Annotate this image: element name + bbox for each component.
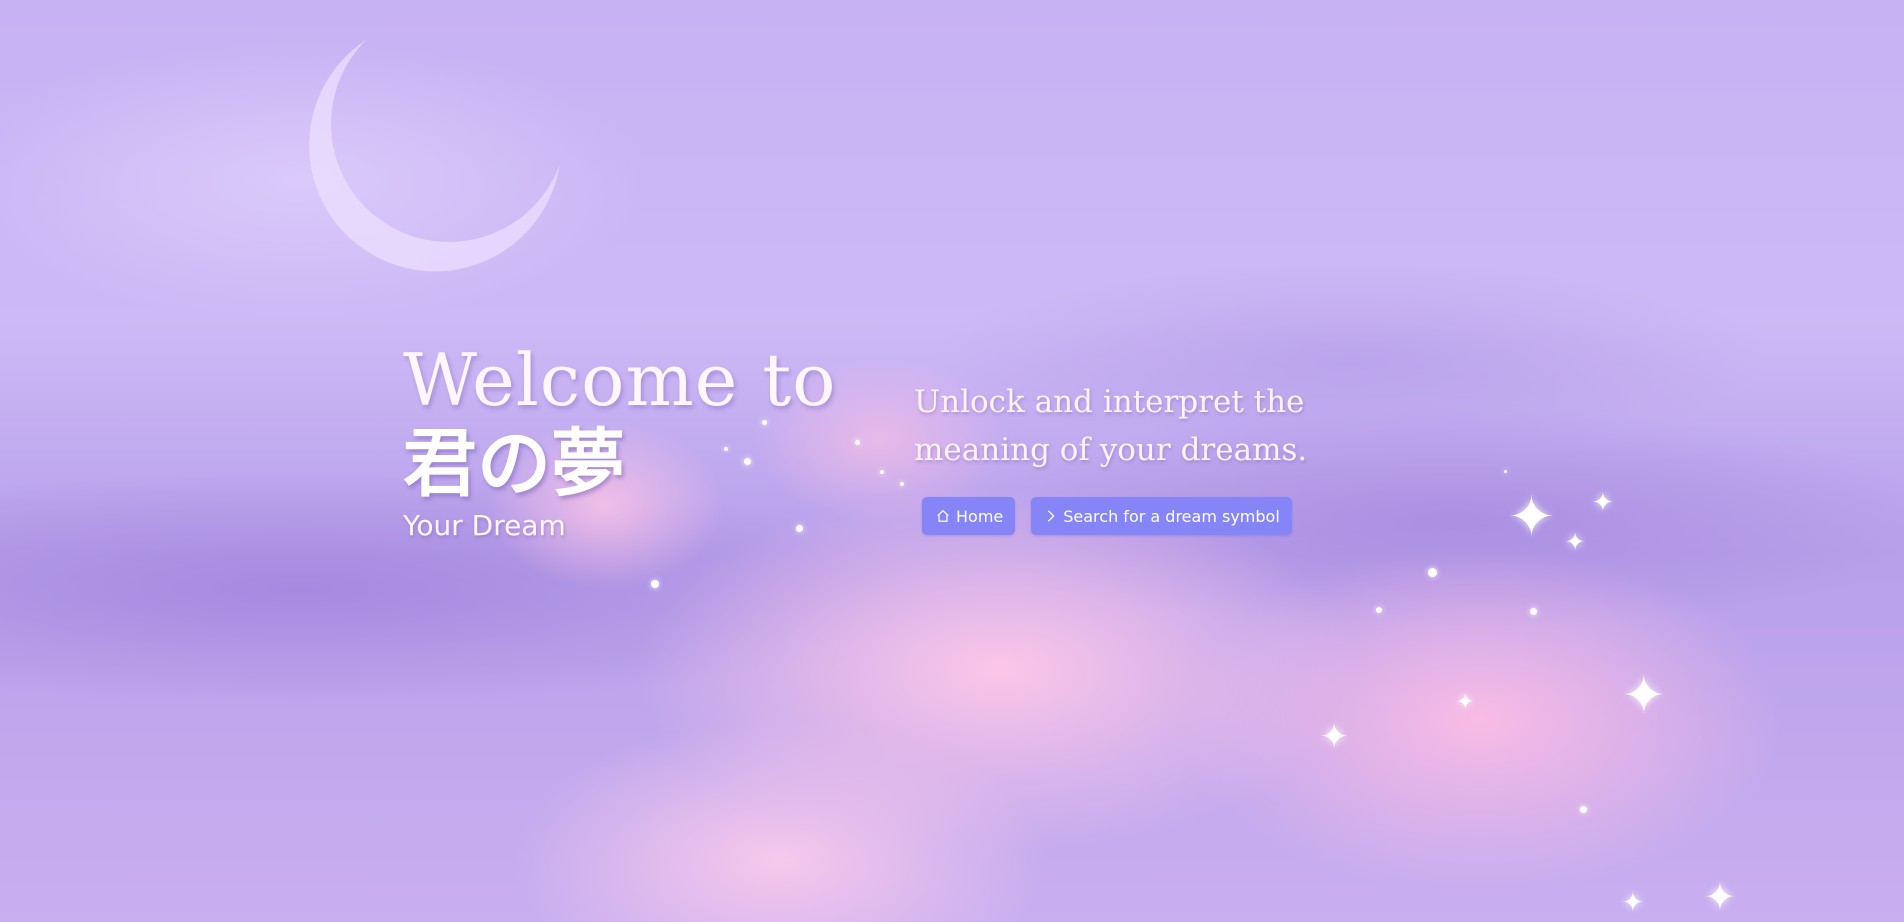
star-dot bbox=[1580, 806, 1587, 813]
star-dot bbox=[651, 580, 659, 588]
crescent-moon-decoration bbox=[309, 0, 589, 264]
welcome-heading: Welcome to bbox=[403, 338, 837, 422]
brand-name: 君の夢 bbox=[403, 421, 625, 507]
sparkle-icon: ✦ bbox=[1622, 666, 1666, 726]
home-button[interactable]: Home bbox=[922, 497, 1016, 535]
sparkle-icon: ✦ bbox=[1508, 485, 1555, 550]
hero-buttons: Home Search for a dream symbol bbox=[922, 497, 1434, 535]
search-dream-symbol-button[interactable]: Search for a dream symbol bbox=[1031, 497, 1292, 535]
hero-intro-block: Unlock and interpret the meaning of your… bbox=[914, 378, 1434, 535]
sparkle-icon: ✦ bbox=[1592, 488, 1614, 518]
sparkle-icon: ✦ bbox=[1704, 875, 1736, 919]
sparkle-icon: ✦ bbox=[1456, 690, 1475, 715]
star-dot bbox=[900, 482, 904, 486]
sparkle-icon: ✦ bbox=[1320, 717, 1349, 757]
star-dot bbox=[880, 470, 884, 474]
home-button-label: Home bbox=[956, 506, 1004, 526]
sparkle-icon: ✦ bbox=[1622, 888, 1644, 918]
hero-title-block: Welcome to 君の夢 Your Dream bbox=[403, 338, 873, 546]
sparkle-icon: ✦ bbox=[1565, 528, 1586, 556]
hero-tagline: Unlock and interpret the meaning of your… bbox=[914, 384, 1308, 468]
chevron-right-icon bbox=[1045, 509, 1057, 523]
star-dot bbox=[1530, 608, 1537, 615]
star-dot bbox=[1504, 470, 1507, 473]
star-dot bbox=[1376, 607, 1382, 613]
brand-subtitle: Your Dream bbox=[403, 509, 566, 542]
star-dot bbox=[1428, 568, 1437, 577]
search-button-label: Search for a dream symbol bbox=[1063, 506, 1280, 526]
home-icon bbox=[936, 509, 950, 523]
